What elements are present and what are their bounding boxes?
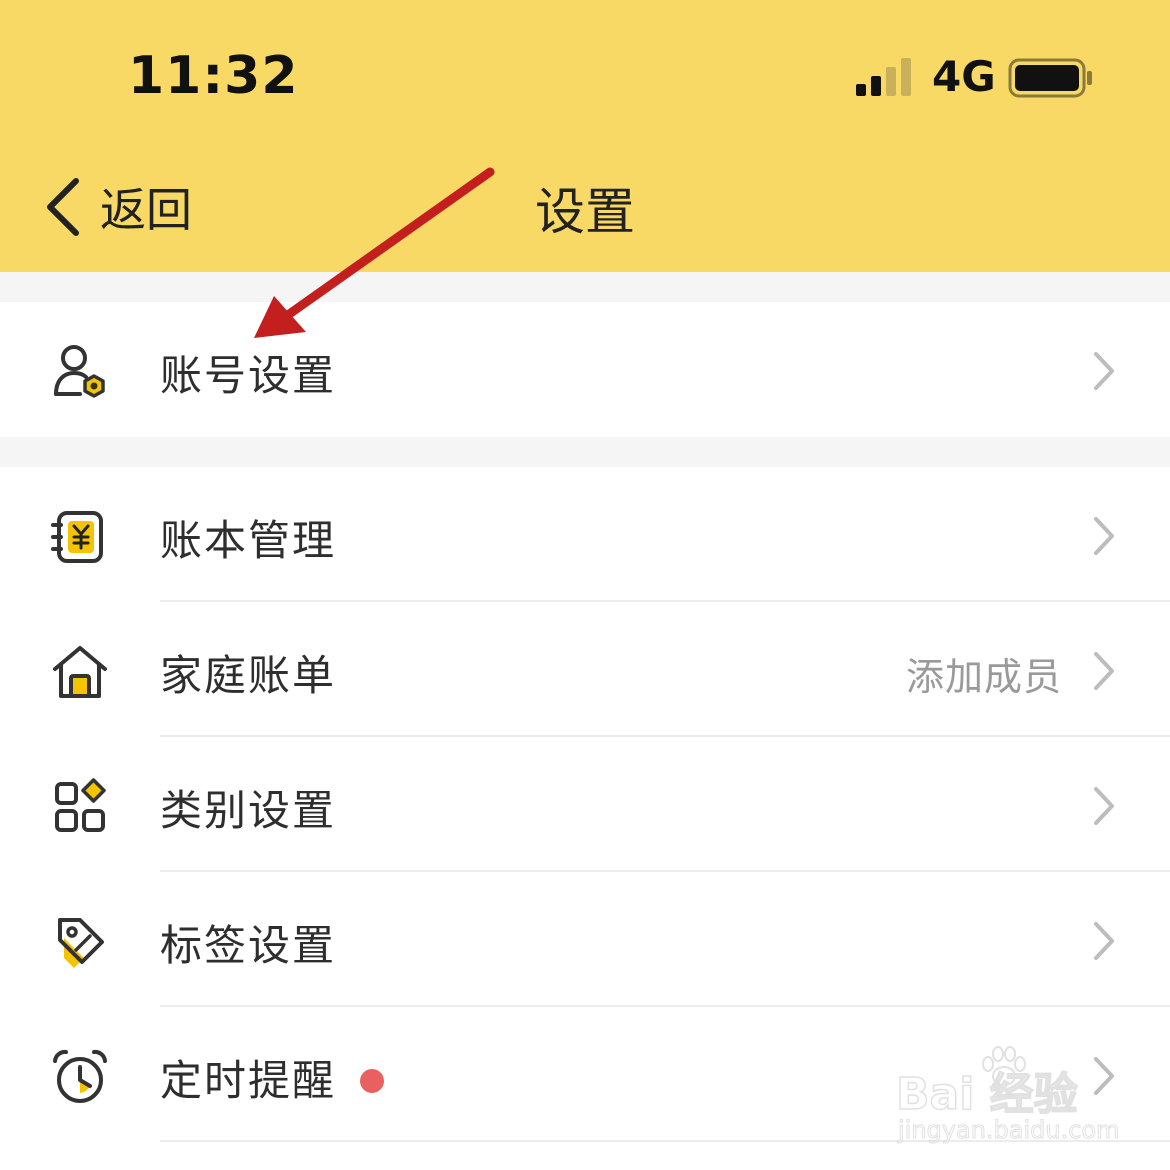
chevron-right-icon: [1094, 517, 1114, 555]
chevron-right-icon: [1094, 922, 1114, 960]
ledger-yen-icon: [51, 511, 103, 563]
watermark-text: Bai 经验: [895, 1068, 1078, 1121]
battery-icon: [1008, 58, 1092, 98]
network-type: 4G: [932, 52, 996, 101]
alarm-clock-icon: [53, 1049, 107, 1103]
notification-dot: [360, 1069, 384, 1093]
chevron-right-icon: [1094, 787, 1114, 825]
category-grid-icon: [55, 778, 106, 832]
menu-item-label: 账本管理: [160, 516, 337, 565]
menu-item-label: 类别设置: [160, 786, 337, 835]
menu-item-label: 账号设置: [160, 351, 337, 400]
home-icon: [53, 646, 107, 698]
watermark-url: jingyan.baidu.com: [897, 1116, 1120, 1145]
menu-item-label: 家庭账单: [160, 651, 337, 700]
tag-icon: [58, 918, 104, 968]
menu-item-label: 定时提醒: [160, 1056, 337, 1105]
chevron-right-icon: [1094, 652, 1114, 690]
menu-item-label: 标签设置: [160, 921, 337, 970]
user-settings-icon: [54, 345, 105, 398]
menu-item-tag-settings[interactable]: 标签设置: [0, 872, 1170, 1007]
cellular-signal-icon: [856, 58, 911, 96]
menu-item-account-settings[interactable]: 账号设置: [0, 302, 1170, 437]
section-gap: [0, 437, 1170, 467]
status-time: 11:32: [128, 46, 299, 106]
menu-item-family-bill[interactable]: 家庭账单 添加成员: [0, 602, 1170, 737]
baidu-watermark: Bai 经验 jingyan.baidu.com: [895, 1046, 1120, 1160]
page-title: 设置: [535, 183, 635, 241]
chevron-right-icon: [1094, 352, 1114, 390]
section-gap: [0, 272, 1170, 302]
add-member-hint: 添加成员: [905, 655, 1062, 699]
menu-item-category-settings[interactable]: 类别设置: [0, 737, 1170, 872]
app-header: 11:32 4G 返回 设置: [0, 0, 1170, 272]
menu-item-ledger-management[interactable]: 账本管理: [0, 467, 1170, 602]
